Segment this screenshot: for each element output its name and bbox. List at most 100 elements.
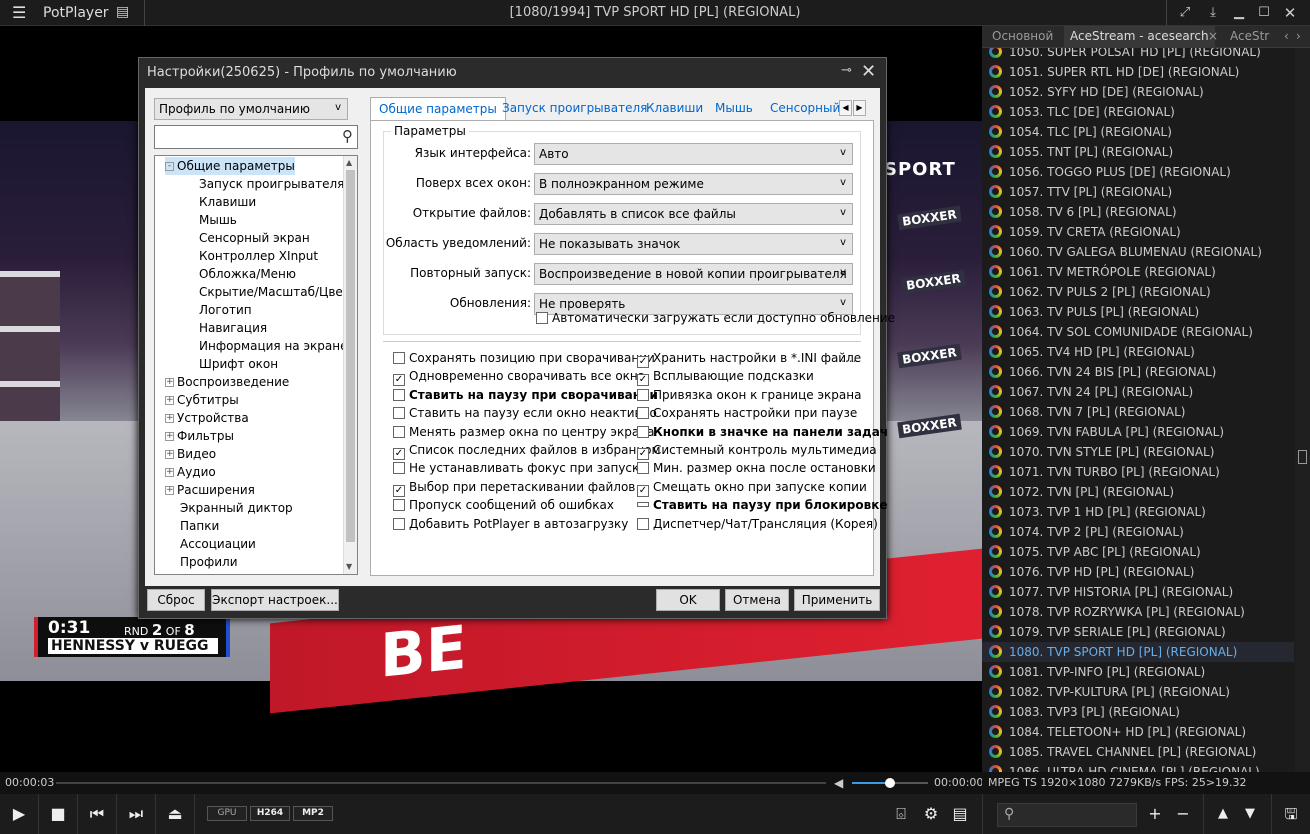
tree-item[interactable]: Ассоциации bbox=[165, 535, 256, 553]
scroll-thumb[interactable] bbox=[346, 170, 355, 542]
playlist-search-input[interactable]: ⚲ bbox=[997, 803, 1137, 827]
playlist-item[interactable]: 1058. TV 6 [PL] (REGIONAL) bbox=[982, 202, 1294, 222]
tree-item[interactable]: + Фильтры bbox=[165, 427, 234, 445]
settings-checkbox[interactable]: ✓ Хранить настройки в *.INI файле bbox=[637, 351, 861, 368]
tree-item[interactable]: Запуск проигрывателя bbox=[199, 175, 344, 193]
tree-item[interactable]: Контроллер XInput bbox=[199, 247, 318, 265]
gpu-badge[interactable]: GPU bbox=[207, 806, 247, 821]
tree-item[interactable]: + Устройства bbox=[165, 409, 249, 427]
video-codec-badge[interactable]: H264 bbox=[250, 806, 290, 821]
playlist-item[interactable]: 1080. TVP SPORT HD [PL] (REGIONAL) bbox=[982, 642, 1294, 662]
playlist-item[interactable]: 1084. TELETOON+ HD [PL] (REGIONAL) bbox=[982, 722, 1294, 742]
add-icon[interactable]: + bbox=[1144, 803, 1166, 825]
tree-item[interactable]: Профили bbox=[165, 553, 238, 571]
playlist-item[interactable]: 1085. TRAVEL CHANNEL [PL] (REGIONAL) bbox=[982, 742, 1294, 762]
playlist-item[interactable]: 1069. TVN FABULA [PL] (REGIONAL) bbox=[982, 422, 1294, 442]
scroll-up-icon[interactable]: ▲ bbox=[346, 158, 352, 167]
playlist-item[interactable]: 1056. TOGGO PLUS [DE] (REGIONAL) bbox=[982, 162, 1294, 182]
tree-item[interactable]: + Расширения bbox=[165, 481, 255, 499]
expand-icon[interactable]: + bbox=[165, 450, 174, 459]
settings-checkbox[interactable]: Ставить на паузу при сворачивании bbox=[393, 388, 658, 402]
settings-checkbox[interactable]: ✓ Одновременно сворачивать все окна bbox=[393, 369, 645, 387]
dialog-title-bar[interactable]: Настройки(250625) - Профиль по умолчанию… bbox=[139, 58, 886, 86]
hamburger-menu-icon[interactable]: ☰ bbox=[12, 5, 26, 21]
settings-gear-icon[interactable]: ⚙ bbox=[920, 803, 942, 825]
settings-checkbox[interactable]: Добавить PotPlayer в автозагрузку bbox=[393, 517, 628, 531]
volume-knob[interactable] bbox=[885, 778, 895, 788]
pin-icon[interactable]: ⊸ bbox=[841, 63, 852, 78]
playlist-item[interactable]: 1073. TVP 1 HD [PL] (REGIONAL) bbox=[982, 502, 1294, 522]
export-settings-button[interactable]: Экспорт настроек... bbox=[211, 589, 339, 611]
settings-checkbox[interactable]: Диспетчер/Чат/Трансляция (Корея) bbox=[637, 517, 878, 531]
playlist-item[interactable]: 1055. TNT [PL] (REGIONAL) bbox=[982, 142, 1294, 162]
tab-general[interactable]: Общие параметры bbox=[370, 97, 506, 122]
playlist-item[interactable]: 1057. TTV [PL] (REGIONAL) bbox=[982, 182, 1294, 202]
tree-item[interactable]: Экранный диктор bbox=[165, 499, 293, 517]
tree-item[interactable]: Сенсорный экран bbox=[199, 229, 310, 247]
scroll-down-icon[interactable]: ▼ bbox=[346, 562, 352, 571]
settings-tree[interactable]: - Общие параметры Запуск проигрывателя Клав… bbox=[154, 155, 358, 575]
playlist-item[interactable]: 1075. TVP ABC [PL] (REGIONAL) bbox=[982, 542, 1294, 562]
tree-item[interactable]: + Аудио bbox=[165, 463, 216, 481]
ok-button[interactable]: OK bbox=[656, 589, 720, 611]
playlist-item[interactable]: 1052. SYFY HD [DE] (REGIONAL) bbox=[982, 82, 1294, 102]
volume-icon[interactable]: ◀ bbox=[834, 776, 843, 790]
settings-select[interactable]: Не показывать значок v bbox=[534, 233, 853, 255]
playlist-item[interactable]: 1081. TVP-INFO [PL] (REGIONAL) bbox=[982, 662, 1294, 682]
playlist-menu-icon[interactable]: ▤ bbox=[949, 803, 971, 825]
settings-select[interactable]: В полноэкранном режиме v bbox=[534, 173, 853, 195]
tree-item[interactable]: Скрытие/Масштаб/Цвет bbox=[199, 283, 350, 301]
playlist-item[interactable]: 1051. SUPER RTL HD [DE] (REGIONAL) bbox=[982, 62, 1294, 82]
expand-icon[interactable]: + bbox=[165, 378, 174, 387]
settings-checkbox[interactable]: Не устанавливать фокус при запуске bbox=[393, 461, 647, 475]
settings-select[interactable]: Воспроизведение в новой копии проигрыват… bbox=[534, 263, 853, 285]
playlist-tab-acestream-2[interactable]: AceStr bbox=[1230, 29, 1269, 43]
minimize-icon[interactable]: ▁ bbox=[1228, 3, 1250, 23]
auto-update-checkbox[interactable]: Автоматически загружать если доступно об… bbox=[536, 311, 895, 325]
playlist-item[interactable]: 1060. TV GALEGA BLUMENAU (REGIONAL) bbox=[982, 242, 1294, 262]
playlist-item[interactable]: 1062. TV PULS 2 [PL] (REGIONAL) bbox=[982, 282, 1294, 302]
tree-item[interactable]: Шрифт окон bbox=[199, 355, 278, 373]
settings-checkbox[interactable]: Кнопки в значке на панели задач bbox=[637, 425, 888, 439]
tree-item[interactable]: Логотип bbox=[199, 301, 252, 319]
cancel-button[interactable]: Отмена bbox=[725, 589, 789, 611]
tree-item[interactable]: + Воспроизведение bbox=[165, 373, 289, 391]
save-playlist-icon[interactable]: 🖫 bbox=[1280, 803, 1302, 825]
tab-scroll-left-icon[interactable]: ‹ bbox=[1284, 29, 1289, 43]
ini-more-icon[interactable]: .... bbox=[841, 351, 856, 365]
playlist-item[interactable]: 1050. SUPER POLSAT HD [PL] (REGIONAL) bbox=[982, 48, 1294, 62]
settings-select[interactable]: Добавлять в список все файлы v bbox=[534, 203, 853, 225]
settings-checkbox[interactable]: Пропуск сообщений об ошибках bbox=[393, 498, 614, 512]
collapse-icon[interactable]: - bbox=[165, 162, 174, 171]
tree-scrollbar[interactable]: ▲ ▼ bbox=[343, 156, 357, 574]
reset-button[interactable]: Сброс bbox=[147, 589, 205, 611]
settings-checkbox[interactable]: Привязка окон к границе экрана bbox=[637, 388, 861, 402]
settings-checkbox[interactable]: Мин. размер окна после остановки bbox=[637, 461, 876, 475]
settings-checkbox[interactable]: Ставить на паузу если окно неактивно bbox=[393, 406, 657, 420]
playlist-item[interactable]: 1067. TVN 24 [PL] (REGIONAL) bbox=[982, 382, 1294, 402]
play-icon[interactable]: ▶ bbox=[8, 803, 30, 825]
settings-checkbox[interactable]: ✓ Всплывающие подсказки bbox=[637, 369, 814, 387]
close-icon[interactable]: ✕ bbox=[1279, 3, 1301, 23]
stop-icon[interactable]: ■ bbox=[47, 803, 69, 825]
settings-checkbox[interactable]: Ставить на паузу при блокировке bbox=[637, 498, 887, 512]
playlist-item[interactable]: 1070. TVN STYLE [PL] (REGIONAL) bbox=[982, 442, 1294, 462]
previous-icon[interactable]: ⏮ bbox=[86, 803, 108, 825]
settings-select[interactable]: Авто v bbox=[534, 143, 853, 165]
tree-item[interactable]: Обложка/Меню bbox=[199, 265, 296, 283]
playlist-item[interactable]: 1083. TVP3 [PL] (REGIONAL) bbox=[982, 702, 1294, 722]
expand-icon[interactable]: + bbox=[165, 468, 174, 477]
playlist-item[interactable]: 1053. TLC [DE] (REGIONAL) bbox=[982, 102, 1294, 122]
tree-item[interactable]: Мышь bbox=[199, 211, 237, 229]
audio-codec-badge[interactable]: MP2 bbox=[293, 806, 333, 821]
tab-mouse[interactable]: Мышь bbox=[707, 97, 761, 121]
playlist-item[interactable]: 1068. TVN 7 [PL] (REGIONAL) bbox=[982, 402, 1294, 422]
settings-checkbox[interactable]: ✓ Список последних файлов в избранном bbox=[393, 443, 661, 460]
scroll-position-marker[interactable] bbox=[1298, 450, 1307, 464]
tree-item[interactable]: Информация на экране bbox=[199, 337, 348, 355]
playlist-item[interactable]: 1078. TVP ROZRYWKA [PL] (REGIONAL) bbox=[982, 602, 1294, 622]
playlist-item[interactable]: 1054. TLC [PL] (REGIONAL) bbox=[982, 122, 1294, 142]
playlist-item[interactable]: 1079. TVP SERIALE [PL] (REGIONAL) bbox=[982, 622, 1294, 642]
profile-select[interactable]: Профиль по умолчанию v bbox=[154, 98, 348, 120]
move-down-icon[interactable]: ▼ bbox=[1239, 803, 1261, 825]
